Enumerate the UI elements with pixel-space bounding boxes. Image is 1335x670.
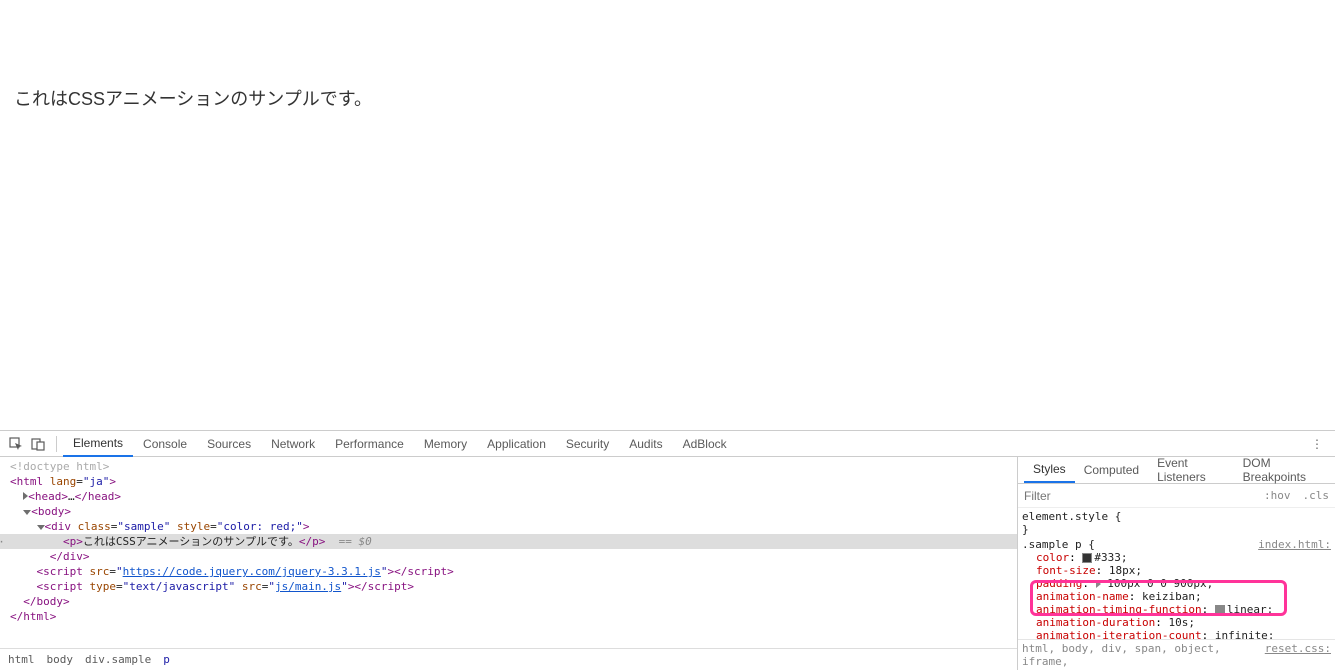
- inspect-icon[interactable]: [6, 434, 26, 454]
- devtools-toolbar: Elements Console Sources Network Perform…: [0, 431, 1335, 457]
- dom-breadcrumbs[interactable]: html body div.sample p: [0, 648, 1017, 670]
- breadcrumb-item[interactable]: html: [8, 653, 35, 666]
- subtab-styles[interactable]: Styles: [1024, 457, 1075, 483]
- dom-doctype: <!doctype html>: [10, 460, 109, 473]
- devtools-panel: Elements Console Sources Network Perform…: [0, 430, 1335, 670]
- tab-application[interactable]: Application: [477, 432, 556, 456]
- breadcrumb-item[interactable]: p: [163, 653, 170, 666]
- elements-panel: <!doctype html> <html lang="ja"> <head>……: [0, 457, 1018, 670]
- color-swatch-icon[interactable]: [1082, 553, 1092, 563]
- collapse-arrow-icon[interactable]: [37, 525, 45, 530]
- tab-memory[interactable]: Memory: [414, 432, 477, 456]
- page-viewport: これはCSSアニメーションのサンプルです。: [0, 0, 1335, 430]
- subtab-computed[interactable]: Computed: [1075, 458, 1148, 482]
- source-link[interactable]: reset.css:: [1265, 642, 1331, 668]
- inherited-rule: html, body, div, span, object, iframe, r…: [1018, 639, 1335, 670]
- expand-arrow-icon[interactable]: [1096, 580, 1101, 588]
- tab-sources[interactable]: Sources: [197, 432, 261, 456]
- easing-swatch-icon[interactable]: [1215, 605, 1225, 615]
- rule-selector: .sample p {: [1022, 538, 1095, 551]
- hov-toggle[interactable]: :hov: [1258, 489, 1297, 502]
- styles-subtabs: Styles Computed Event Listeners DOM Brea…: [1018, 457, 1335, 484]
- device-toggle-icon[interactable]: [28, 434, 48, 454]
- breadcrumb-item[interactable]: body: [47, 653, 74, 666]
- dom-tree[interactable]: <!doctype html> <html lang="ja"> <head>……: [0, 457, 1017, 648]
- tab-audits[interactable]: Audits: [619, 432, 672, 456]
- tab-performance[interactable]: Performance: [325, 432, 414, 456]
- styles-panel: Styles Computed Event Listeners DOM Brea…: [1018, 457, 1335, 670]
- tab-security[interactable]: Security: [556, 432, 619, 456]
- cls-toggle[interactable]: .cls: [1297, 489, 1335, 502]
- tab-network[interactable]: Network: [261, 432, 325, 456]
- dom-selected-line[interactable]: ⋯ <p>これはCSSアニメーションのサンプルです。</p> == $0: [0, 534, 1017, 549]
- tab-adblock[interactable]: AdBlock: [673, 432, 737, 456]
- tab-elements[interactable]: Elements: [63, 431, 133, 457]
- styles-filter-input[interactable]: [1018, 484, 1258, 507]
- source-link[interactable]: index.html:: [1258, 538, 1331, 551]
- kebab-menu-icon[interactable]: ⋮: [1305, 437, 1329, 451]
- styles-body[interactable]: element.style { } index.html:.sample p {…: [1018, 508, 1335, 639]
- filter-row: :hov .cls: [1018, 484, 1335, 508]
- toolbar-separator: [56, 436, 57, 452]
- tab-console[interactable]: Console: [133, 432, 197, 456]
- element-style-selector: element.style {: [1022, 510, 1121, 523]
- sample-text: これはCSSアニメーションのサンプルです。: [14, 85, 1335, 111]
- breadcrumb-item[interactable]: div.sample: [85, 653, 151, 666]
